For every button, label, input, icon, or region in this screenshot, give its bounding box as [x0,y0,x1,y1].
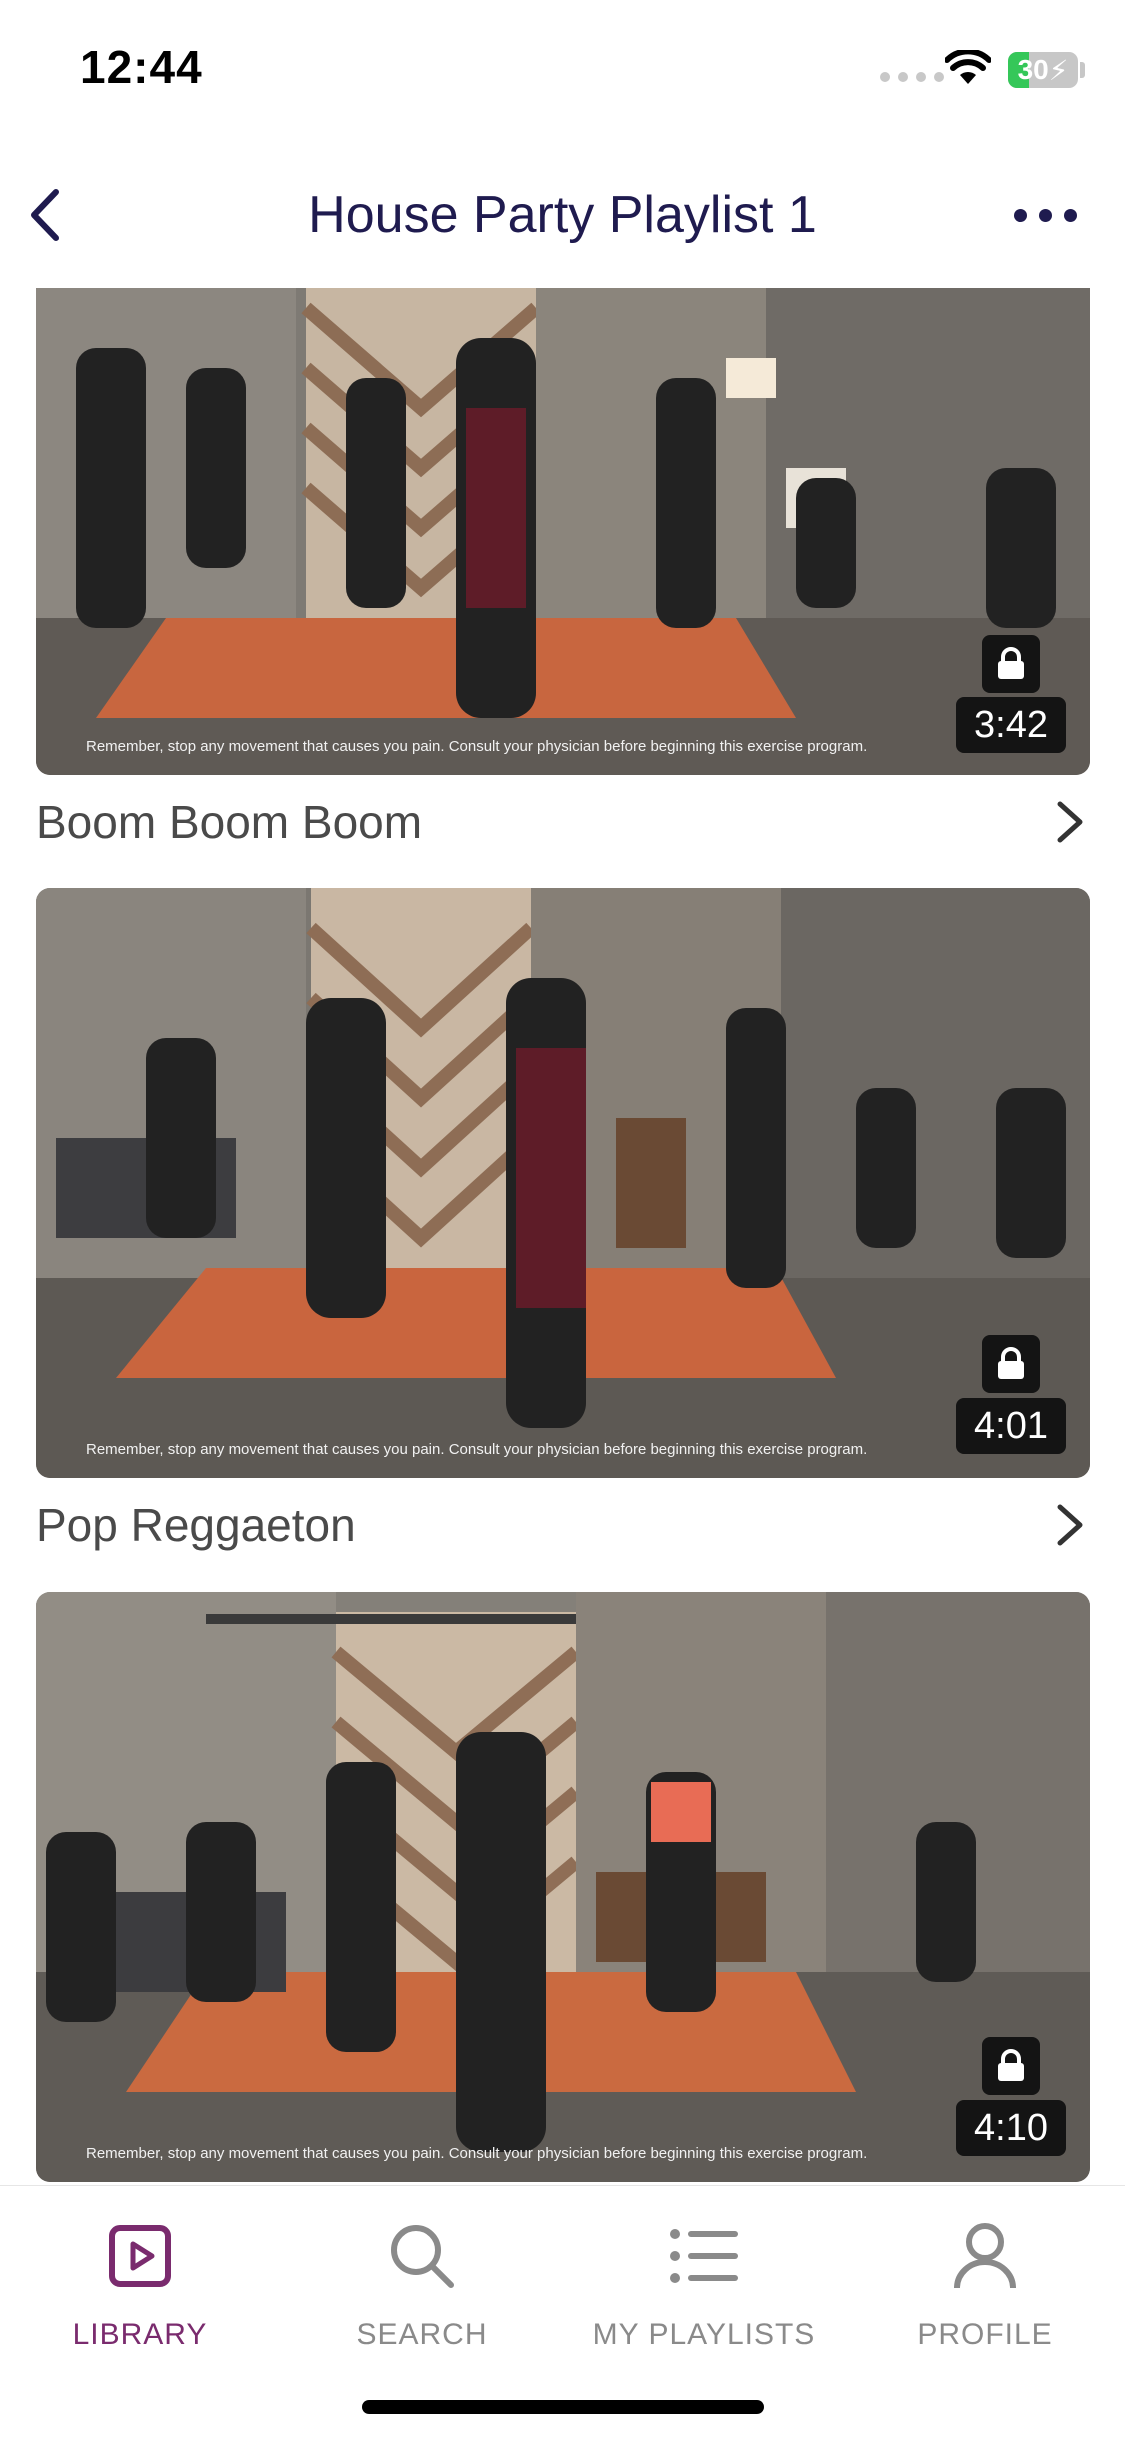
lock-icon [982,635,1040,693]
lock-icon [982,1335,1040,1393]
more-dot [1013,208,1027,222]
tab-library[interactable]: LIBRARY [10,2216,270,2366]
video-title: Pop Reggaeton [36,1499,356,1551]
duration-badge: 4:01 [956,1398,1066,1454]
video-thumbnail[interactable]: 3:42 Remember, stop any movement that ca… [36,288,1090,775]
tab-search[interactable]: SEARCH [292,2216,552,2366]
nav-bar: House Party Playlist 1 [0,140,1125,290]
list-icon [670,2216,738,2296]
video-list[interactable]: 3:42 Remember, stop any movement that ca… [0,288,1125,2185]
search-icon [387,2216,457,2296]
chevron-right-icon [1050,797,1090,847]
more-options-button[interactable] [1000,170,1090,260]
play-square-icon [108,2216,172,2296]
disclaimer-text: Remember, stop any movement that causes … [86,1441,868,1458]
video-card: 4:10 Remember, stop any movement that ca… [36,1592,1090,2182]
video-thumbnail[interactable]: 4:01 Remember, stop any movement that ca… [36,888,1090,1478]
disclaimer-text: Remember, stop any movement that causes … [86,738,868,755]
battery-level: 30 [1017,54,1049,85]
page-title: House Party Playlist 1 [308,186,817,244]
more-dot [1063,208,1077,222]
signal-icon [880,72,944,82]
lock-icon [982,2037,1040,2095]
disclaimer-text: Remember, stop any movement that causes … [86,2145,868,2162]
battery-icon: 30 ⚡ [1008,52,1078,88]
home-indicator[interactable] [362,2400,764,2414]
duration-badge: 3:42 [956,697,1066,753]
chevron-right-icon [1050,1500,1090,1550]
wifi-icon [944,48,992,91]
tab-label: LIBRARY [72,2318,208,2351]
status-bar: 12:44 30 ⚡ [0,0,1125,140]
video-title-row[interactable]: Boom Boom Boom [36,775,1090,869]
tab-label: SEARCH [356,2318,488,2351]
video-title: Boom Boom Boom [36,796,423,848]
tab-label: MY PLAYLISTS [592,2318,816,2351]
video-title-row[interactable]: Pop Reggaeton [36,1478,1090,1572]
video-thumbnail[interactable]: 4:10 Remember, stop any movement that ca… [36,1592,1090,2182]
video-card: 3:42 Remember, stop any movement that ca… [36,288,1090,869]
status-time: 12:44 [80,41,203,93]
battery-tip [1080,62,1085,78]
video-card: 4:01 Remember, stop any movement that ca… [36,888,1090,1572]
tab-my-playlists[interactable]: MY PLAYLISTS [574,2216,834,2366]
person-icon [953,2216,1017,2296]
tab-label: PROFILE [917,2318,1053,2351]
more-dot [1038,208,1052,222]
tab-profile[interactable]: PROFILE [855,2216,1115,2366]
duration-badge: 4:10 [956,2100,1066,2156]
